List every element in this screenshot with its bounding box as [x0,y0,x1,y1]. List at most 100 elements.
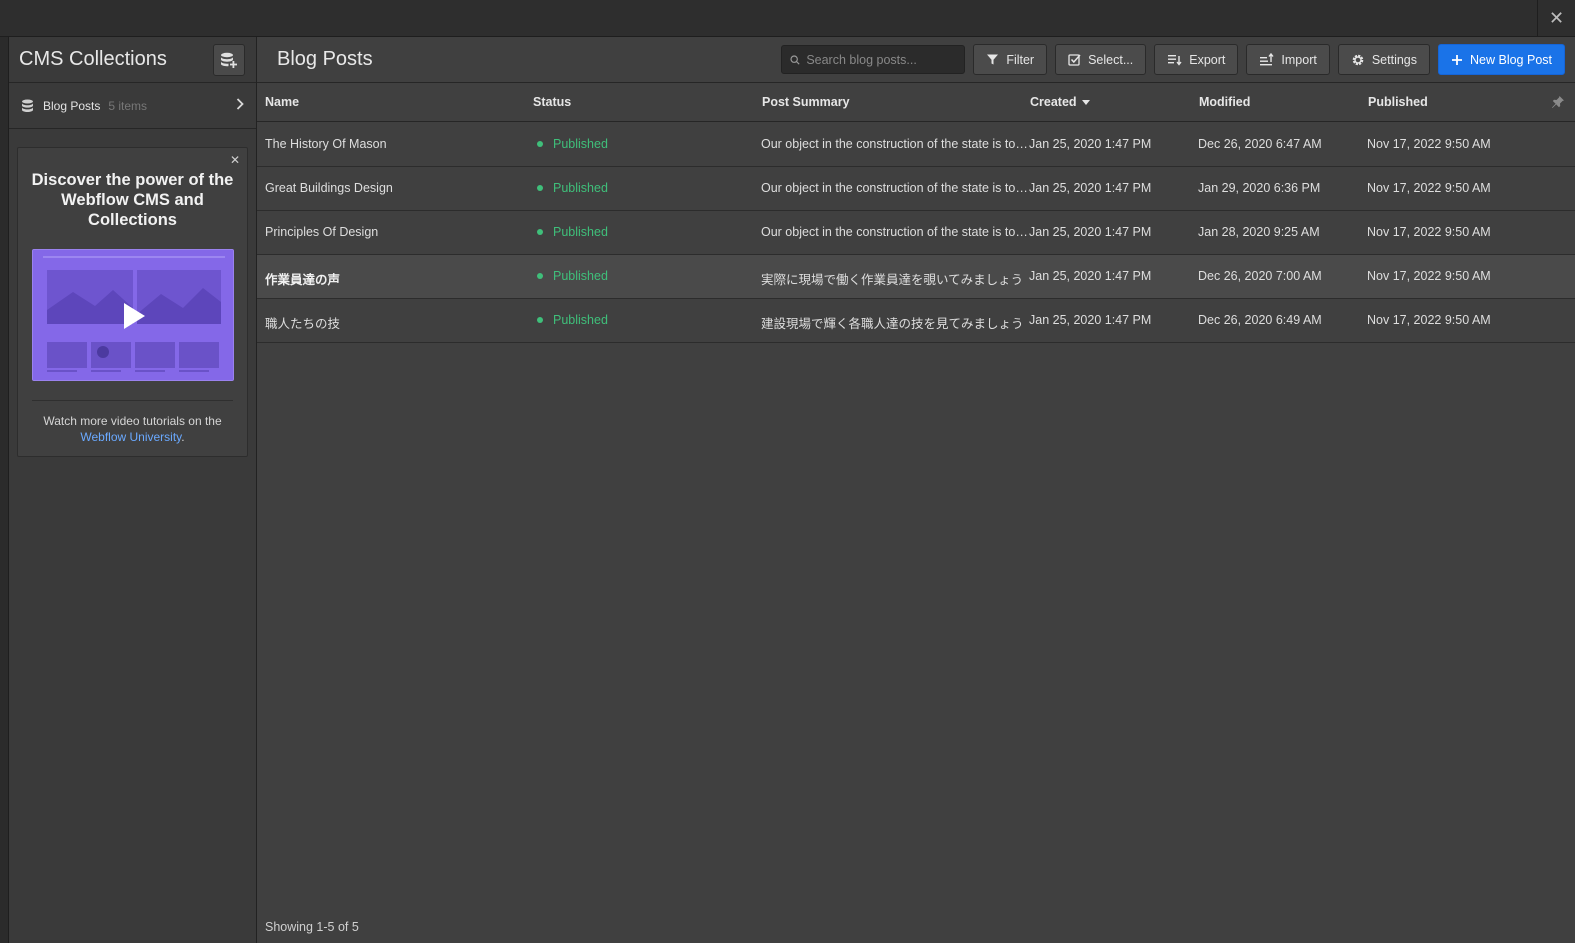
status-label: Published [553,181,608,195]
checkbox-icon [1068,54,1081,66]
filter-icon [987,54,999,65]
cell-summary: Our object in the construction of the st… [761,181,1029,195]
column-header-published[interactable]: Published [1368,95,1428,109]
main-header: Blog Posts Filter Select... [257,37,1575,83]
cell-status: Published [537,313,608,327]
cell-summary: 建設現場で輝く各職人達の技を見てみましょう [761,317,1024,331]
column-header-summary[interactable]: Post Summary [762,95,850,109]
cell-published: Nov 17, 2022 9:50 AM [1367,137,1491,151]
cell-modified: Dec 26, 2020 6:49 AM [1198,313,1322,327]
table-header: Name Status Post Summary Created Modifie… [257,83,1575,122]
sidebar: CMS Collections Blog Posts 5 items ✕ Dis… [9,37,257,943]
cell-summary: Our object in the construction of the st… [761,137,1029,151]
chevron-right-icon [236,98,244,110]
sort-down-icon [1081,99,1090,105]
cell-status: Published [537,137,608,151]
cell-created: Jan 25, 2020 1:47 PM [1029,269,1152,283]
promo-close-icon[interactable]: ✕ [230,153,240,167]
status-label: Published [553,313,608,327]
search-icon [790,54,800,65]
cell-name: The History Of Mason [265,137,387,151]
column-header-created[interactable]: Created [1030,95,1090,109]
main-panel: Blog Posts Filter Select... [257,37,1575,943]
search-box[interactable] [781,45,966,74]
plus-icon [1452,54,1463,65]
import-button[interactable]: Import [1246,44,1330,75]
cell-published: Nov 17, 2022 9:50 AM [1367,313,1491,327]
cell-published: Nov 17, 2022 9:50 AM [1367,181,1491,195]
promo-text: Watch more video tutorials on the Webflo… [24,413,241,445]
new-blog-post-button[interactable]: New Blog Post [1438,44,1565,75]
pagination-status: Showing 1-5 of 5 [265,920,359,934]
collection-item-blog-posts[interactable]: Blog Posts 5 items [9,83,256,129]
export-icon [1168,55,1182,66]
column-header-name[interactable]: Name [265,95,299,109]
webflow-university-link[interactable]: Webflow University [80,430,181,444]
status-label: Published [553,269,608,283]
status-dot-icon [537,273,543,279]
status-dot-icon [537,317,543,323]
cell-published: Nov 17, 2022 9:50 AM [1367,225,1491,239]
play-icon[interactable] [122,302,146,330]
table-row[interactable]: The History Of Mason Published Our object … [257,123,1575,167]
cell-modified: Dec 26, 2020 7:00 AM [1198,269,1322,283]
promo-text-after: . [181,430,185,444]
cell-modified: Jan 28, 2020 9:25 AM [1198,225,1320,239]
column-header-status[interactable]: Status [533,95,571,109]
sidebar-title: CMS Collections [19,48,167,70]
page-title: Blog Posts [277,48,373,70]
cell-name: 作業員達の声 [265,273,341,287]
cell-published: Nov 17, 2022 9:50 AM [1367,269,1491,283]
select-button[interactable]: Select... [1055,44,1147,75]
table-row[interactable]: Great Buildings Design Published Our objec… [257,167,1575,211]
column-header-modified[interactable]: Modified [1199,95,1250,109]
search-input[interactable] [806,52,957,67]
promo-divider [32,400,233,401]
status-dot-icon [537,229,543,235]
cell-modified: Jan 29, 2020 6:36 PM [1198,181,1321,195]
promo-video-thumbnail[interactable] [32,249,234,381]
settings-label: Settings [1371,52,1418,67]
top-bar: ✕ [0,0,1575,37]
status-dot-icon [537,185,543,191]
cell-summary: Our object in the construction of the st… [761,225,1029,239]
filter-button[interactable]: Filter [973,44,1048,75]
cell-status: Published [537,269,608,283]
cell-created: Jan 25, 2020 1:47 PM [1029,181,1152,195]
status-dot-icon [537,141,543,147]
promo-title: Discover the power of the Webflow CMS an… [31,171,234,229]
status-label: Published [553,137,608,151]
filter-label: Filter [1006,52,1035,67]
import-icon [1260,53,1274,66]
cell-modified: Dec 26, 2020 6:47 AM [1198,137,1322,151]
cell-name: Principles Of Design [265,225,379,239]
close-icon[interactable]: ✕ [1537,0,1575,37]
cell-summary: 実際に現場で働く作業員達を覗いてみましょう [761,273,1024,287]
left-strip [0,37,9,943]
new-blog-post-label: New Blog Post [1470,52,1552,67]
add-database-icon [221,52,237,68]
export-label: Export [1189,52,1226,67]
pin-icon[interactable] [1551,95,1565,109]
settings-button[interactable]: Settings [1337,44,1431,75]
export-button[interactable]: Export [1154,44,1239,75]
cell-created: Jan 25, 2020 1:47 PM [1029,313,1152,327]
import-label: Import [1281,52,1317,67]
table-row[interactable]: 職人たちの技 Published 建設現場で輝く各職人達の技を見てみましょう Jan … [257,299,1575,343]
cell-created: Jan 25, 2020 1:47 PM [1029,137,1152,151]
collection-name: Blog Posts [43,98,101,113]
database-icon [21,99,34,113]
cell-name: 職人たちの技 [265,317,341,331]
sidebar-header: CMS Collections [9,37,256,83]
gear-icon [1352,54,1364,65]
cell-name: Great Buildings Design [265,181,393,195]
status-label: Published [553,225,608,239]
cell-created: Jan 25, 2020 1:47 PM [1029,225,1152,239]
add-collection-button[interactable] [213,43,245,76]
promo-text-before: Watch more video tutorials on the [43,414,222,428]
cell-status: Published [537,225,608,239]
table-row[interactable]: 作業員達の声 Published 実際に現場で働く作業員達を覗いてみましょう Jan … [257,255,1575,299]
table-row[interactable]: Principles Of Design Published Our object … [257,211,1575,255]
promo-card: ✕ Discover the power of the Webflow CMS … [17,147,248,457]
cell-status: Published [537,181,608,195]
